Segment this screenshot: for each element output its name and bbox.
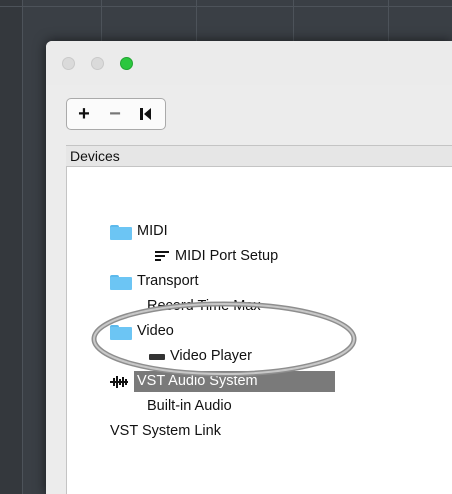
tree-item-vst-system-link[interactable]: VST System Link [110, 421, 310, 443]
reset-to-start-icon [140, 108, 152, 120]
add-device-button[interactable]: + [69, 99, 99, 129]
title-bar [46, 41, 452, 85]
device-toolbar: + − [66, 98, 166, 130]
close-window-button[interactable] [62, 57, 75, 70]
tree-item-label: Transport [137, 273, 199, 289]
highlight-ellipse-annotation [91, 301, 357, 377]
device-setup-window: + − Devices MIDI MIDI Port Setup Transpo… [46, 41, 452, 494]
tree-item-label: Built-in Audio [147, 398, 232, 414]
devices-header: Devices [66, 145, 452, 167]
tree-item-label: VST System Link [110, 423, 221, 439]
devices-header-label: Devices [70, 148, 120, 164]
midi-port-icon [155, 249, 169, 263]
tree-item-transport[interactable]: Transport [110, 271, 310, 293]
folder-icon [110, 275, 132, 290]
tree-item-midi[interactable]: MIDI [110, 221, 310, 243]
zoom-window-button[interactable] [120, 57, 133, 70]
tree-item-midi-port-setup[interactable]: MIDI Port Setup [155, 246, 355, 268]
tree-item-label: MIDI Port Setup [175, 248, 279, 264]
grid-line [22, 0, 23, 494]
folder-icon [110, 225, 132, 240]
reset-button[interactable] [131, 99, 161, 129]
tree-item-built-in-audio[interactable]: Built-in Audio [130, 396, 330, 418]
minimize-window-button[interactable] [91, 57, 104, 70]
grid-line [0, 6, 452, 7]
tree-item-label: MIDI [137, 223, 168, 239]
daw-left-strip [0, 0, 22, 494]
remove-device-button[interactable]: − [100, 99, 130, 129]
